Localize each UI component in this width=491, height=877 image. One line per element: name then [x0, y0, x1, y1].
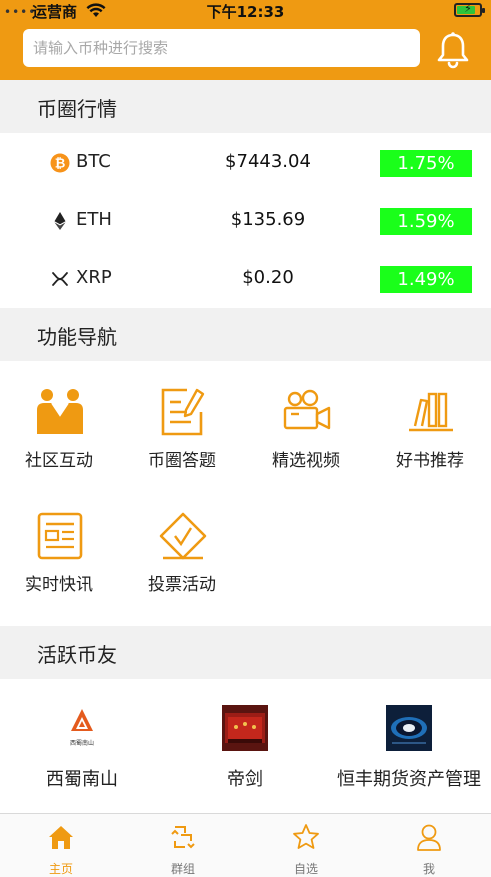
nav-item-label: 币圈答题: [148, 451, 216, 471]
nav-section-title: 功能导航: [37, 325, 117, 349]
nav-item-news[interactable]: 实时快讯: [9, 510, 109, 610]
coin-price: $7443.04: [225, 151, 311, 172]
friend-name: 恒丰期货资产管理: [337, 769, 481, 790]
nav-item-label: 好书推荐: [396, 451, 464, 471]
coin-symbol: XRP: [76, 267, 112, 288]
star-icon: [293, 824, 319, 849]
tab-label: 群组: [170, 862, 195, 876]
nav-item-quiz[interactable]: 币圈答题: [132, 386, 232, 486]
nav-item-video[interactable]: 精选视频: [256, 386, 356, 486]
tab-label: 我: [422, 862, 435, 876]
search-input[interactable]: [23, 29, 420, 67]
nav-item-books[interactable]: 好书推荐: [380, 386, 480, 486]
video-icon: [283, 389, 331, 430]
svg-text:西蜀南山: 西蜀南山: [70, 739, 94, 747]
market-section-title: 币圈行情: [37, 97, 117, 121]
coin-change-badge: 1.75%: [380, 150, 472, 177]
coin-change-badge: 1.59%: [380, 208, 472, 235]
nav-item-label: 社区互动: [25, 451, 93, 471]
group-icon: [171, 826, 195, 849]
charging-icon: ⚡: [464, 2, 472, 15]
coin-row-xrp[interactable]: XRP $0.20 1.49%: [0, 250, 491, 308]
coin-row-btc[interactable]: ₿ BTC $7443.04 1.75%: [0, 134, 491, 192]
vote-icon: [159, 512, 207, 560]
status-bar: •••• 运营商 下午12:33 ⚡: [0, 0, 491, 22]
nav-item-vote[interactable]: 投票活动: [132, 510, 232, 610]
coin-change-badge: 1.49%: [380, 266, 472, 293]
friend-avatar: 西蜀南山: [59, 705, 105, 751]
bell-icon[interactable]: [432, 30, 474, 72]
friends-section-header: 活跃币友: [0, 626, 491, 679]
bitcoin-icon: ₿: [50, 153, 70, 173]
top-header: •••• 运营商 下午12:33 ⚡: [0, 0, 491, 80]
battery-icon: ⚡: [454, 2, 485, 17]
clock-time: 下午12:33: [206, 3, 285, 21]
coin-row-eth[interactable]: ETH $135.69 1.59%: [0, 192, 491, 250]
tab-home[interactable]: 主页: [0, 814, 122, 877]
nav-item-community[interactable]: 社区互动: [9, 386, 109, 486]
friend-item[interactable]: 恒丰期货资产管理: [327, 705, 491, 815]
coin-price: $0.20: [242, 267, 294, 288]
friend-avatar: [386, 705, 432, 751]
home-icon: [49, 826, 73, 849]
tab-favorites[interactable]: 自选: [245, 814, 367, 877]
app-root: •••• 运营商 下午12:33 ⚡ 币圈行情 ₿: [0, 0, 491, 877]
nav-item-label: 精选视频: [272, 451, 340, 471]
tab-bar: 主页 群组 自选 我: [0, 813, 491, 877]
tab-me[interactable]: 我: [368, 814, 490, 877]
friend-item[interactable]: 帝剑: [163, 705, 327, 815]
friend-item[interactable]: 西蜀南山 西蜀南山: [0, 705, 164, 815]
tab-group[interactable]: 群组: [122, 814, 244, 877]
coin-symbol: ETH: [76, 209, 112, 230]
tab-label: 主页: [48, 862, 73, 876]
news-icon: [37, 512, 83, 560]
ethereum-icon: [54, 212, 66, 230]
nav-item-label: 投票活动: [148, 575, 216, 595]
coin-symbol: BTC: [76, 151, 111, 172]
tab-label: 自选: [293, 862, 318, 876]
quiz-icon: [161, 388, 205, 436]
coin-price: $135.69: [230, 209, 306, 230]
nav-item-label: 实时快讯: [25, 575, 93, 595]
xrp-icon: [52, 272, 68, 286]
community-icon: [37, 389, 83, 434]
books-icon: [409, 392, 453, 432]
user-icon: [417, 824, 441, 851]
friends-section-title: 活跃币友: [37, 643, 117, 667]
friend-avatar: [222, 705, 268, 751]
nav-section-header: 功能导航: [0, 308, 491, 361]
market-section-header: 币圈行情: [0, 80, 491, 133]
svg-text:₿: ₿: [55, 157, 66, 172]
